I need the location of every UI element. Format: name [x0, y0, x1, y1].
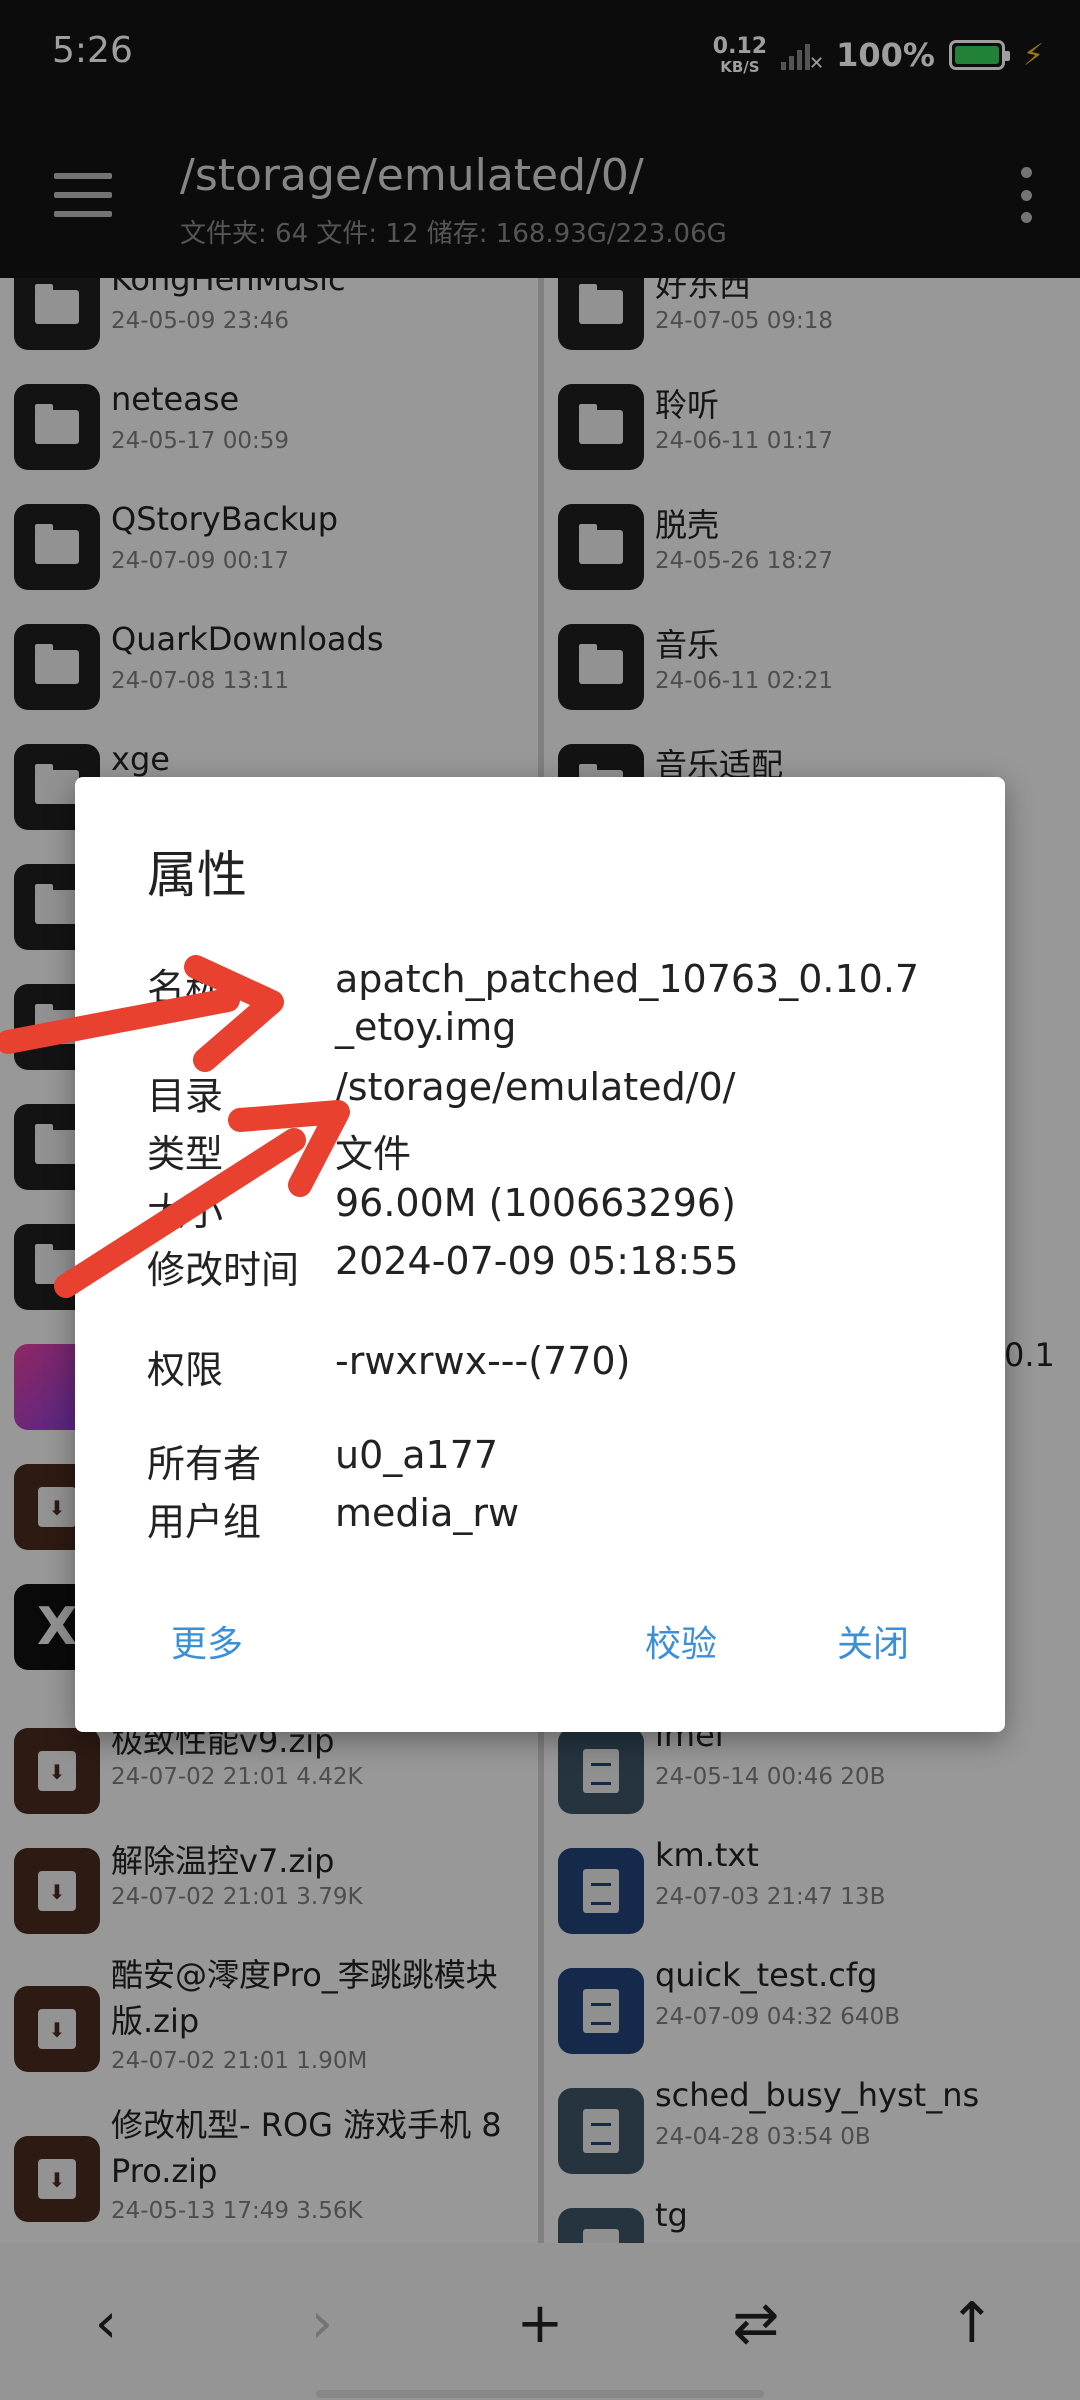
home-indicator[interactable]: [316, 2390, 764, 2398]
properties-dialog: 属性 名称 apatch_patched_10763_0.10.7_etoy.i…: [75, 777, 1005, 1732]
owner-value: u0_a177: [335, 1433, 499, 1477]
name-label: 名称: [147, 966, 224, 1010]
owner-label: 所有者: [147, 1442, 262, 1486]
type-value: 文件: [335, 1132, 412, 1176]
dialog-title: 属性: [147, 846, 247, 904]
group-value: media_rw: [335, 1491, 520, 1535]
more-button[interactable]: 更多: [171, 1615, 243, 1667]
directory-value: /storage/emulated/0/: [335, 1065, 736, 1109]
directory-label: 目录: [147, 1074, 224, 1118]
group-label: 用户组: [147, 1500, 262, 1544]
size-value: 96.00M (100663296): [335, 1181, 736, 1225]
modified-time-label: 修改时间: [147, 1248, 300, 1292]
size-label: 大小: [147, 1190, 224, 1234]
modified-time-value: 2024-07-09 05:18:55: [335, 1239, 739, 1283]
close-button[interactable]: 关闭: [837, 1615, 909, 1667]
name-value: apatch_patched_10763_0.10.7_etoy.img: [335, 957, 920, 1049]
verify-button[interactable]: 校验: [645, 1615, 717, 1667]
permission-value: -rwxrwx---(770): [335, 1339, 631, 1383]
permission-label: 权限: [147, 1348, 224, 1392]
type-label: 类型: [147, 1132, 224, 1176]
